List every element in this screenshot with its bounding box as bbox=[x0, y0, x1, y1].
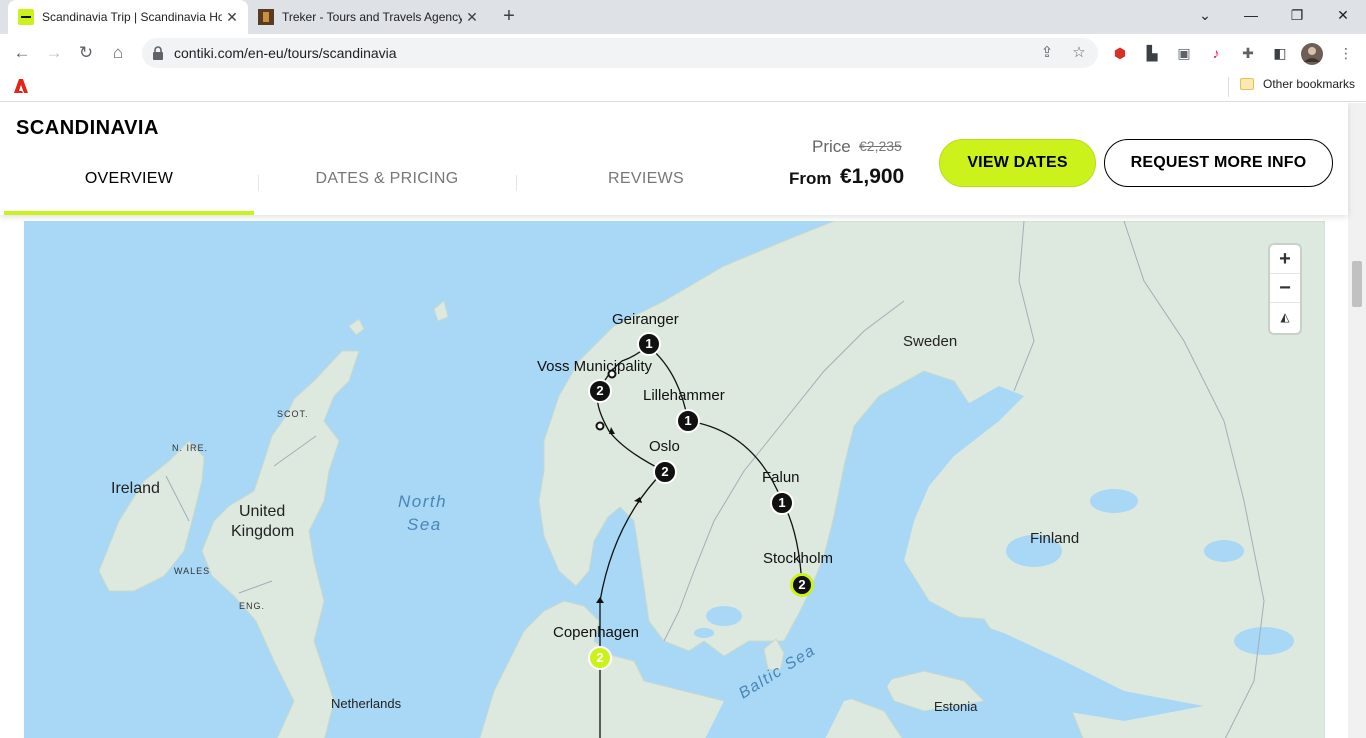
sea-label-north-line1: North bbox=[398, 492, 448, 511]
active-tab-underline bbox=[4, 211, 254, 215]
minimize-button[interactable]: — bbox=[1228, 0, 1274, 30]
bookmarks-divider bbox=[1228, 77, 1229, 97]
stop-name-copenhagen: Copenhagen bbox=[553, 624, 639, 641]
music-extension-icon[interactable]: ♪ bbox=[1206, 43, 1226, 63]
stop-marker-voss[interactable]: 2 bbox=[588, 379, 612, 403]
route-map[interactable]: Sweden Finland Ireland United Kingdom Ne… bbox=[24, 221, 1325, 738]
stop-marker-lillehammer[interactable]: 1 bbox=[676, 409, 700, 433]
tab-treker[interactable]: Treker - Tours and Travels Agency ✕ bbox=[248, 0, 488, 34]
browser-tab-strip: Scandinavia Trip | Scandinavia Holidays … bbox=[0, 0, 1366, 34]
close-tab-icon[interactable]: ✕ bbox=[222, 9, 242, 26]
puzzle-extensions-icon[interactable]: ✚ bbox=[1238, 43, 1258, 63]
stop-marker-stockholm-end[interactable]: 2 bbox=[790, 573, 814, 597]
profile-avatar[interactable] bbox=[1301, 43, 1323, 65]
route-waypoint bbox=[595, 421, 605, 431]
tab-overview-label: OVERVIEW bbox=[84, 170, 174, 187]
stop-name-oslo: Oslo bbox=[649, 438, 680, 455]
other-bookmarks-link[interactable]: Other bookmarks bbox=[1263, 77, 1355, 91]
stop-name-stockholm: Stockholm bbox=[763, 550, 834, 567]
page-scrollbar[interactable] bbox=[1348, 103, 1366, 738]
menu-kebab-icon[interactable]: ⋮ bbox=[1336, 43, 1356, 63]
extension-icon[interactable]: ▙ bbox=[1142, 43, 1162, 63]
tab-title: Treker - Tours and Travels Agency bbox=[282, 10, 462, 24]
stop-name-geiranger: Geiranger bbox=[612, 311, 679, 328]
stop-marker-falun[interactable]: 1 bbox=[770, 491, 794, 515]
original-price: €2,235 bbox=[859, 138, 902, 154]
zoom-out-button[interactable]: − bbox=[1270, 274, 1300, 303]
share-icon[interactable]: ⇪ bbox=[1037, 43, 1057, 63]
side-panel-icon[interactable]: ◧ bbox=[1270, 43, 1290, 63]
folder-icon bbox=[1240, 78, 1254, 90]
tab-scandinavia-trip[interactable]: Scandinavia Trip | Scandinavia Holidays … bbox=[8, 0, 248, 34]
region-label-scotland: SCOT. bbox=[277, 409, 309, 419]
country-label-uk-line1: United bbox=[239, 503, 286, 520]
reload-icon[interactable]: ↻ bbox=[74, 41, 98, 65]
bookmark-star-icon[interactable]: ☆ bbox=[1069, 43, 1089, 63]
country-label-netherlands: Netherlands bbox=[331, 696, 402, 711]
view-dates-button[interactable]: VIEW DATES bbox=[939, 139, 1096, 187]
from-label: From bbox=[789, 169, 832, 188]
request-more-info-button[interactable]: REQUEST MORE INFO bbox=[1104, 139, 1333, 187]
map-zoom-controls: + − ◭ bbox=[1270, 245, 1300, 333]
country-label-estonia: Estonia bbox=[934, 699, 978, 714]
stop-name-falun: Falun bbox=[762, 469, 800, 486]
scrollbar-thumb[interactable] bbox=[1352, 261, 1362, 307]
back-arrow-icon[interactable]: ← bbox=[10, 41, 34, 65]
stop-name-lillehammer: Lillehammer bbox=[643, 387, 725, 404]
browser-toolbar: ← → ↻ ⌂ contiki.com/en-eu/tours/scandina… bbox=[0, 34, 1366, 72]
adobe-bookmark-icon[interactable] bbox=[12, 77, 30, 95]
country-label-uk-line2: Kingdom bbox=[231, 523, 295, 540]
home-icon[interactable]: ⌂ bbox=[106, 41, 130, 65]
tab-overview[interactable]: OVERVIEW bbox=[0, 163, 258, 215]
tab-reviews-label: REVIEWS bbox=[608, 170, 684, 187]
bookmarks-bar: Other bookmarks bbox=[0, 72, 1366, 102]
region-label-northern-ireland: N. IRE. bbox=[172, 443, 209, 453]
region-label-england: ENG. bbox=[239, 601, 266, 611]
web-page: SCANDINAVIA OVERVIEW DATES & PRICING REV… bbox=[0, 103, 1366, 738]
stop-marker-copenhagen-start[interactable]: 2 bbox=[588, 646, 612, 670]
tab-dates-pricing[interactable]: DATES & PRICING bbox=[258, 163, 516, 215]
country-label-ireland: Ireland bbox=[111, 480, 160, 497]
extension-square-icon[interactable]: ▣ bbox=[1174, 43, 1194, 63]
stop-name-voss: Voss Municipality bbox=[537, 358, 653, 375]
zoom-in-button[interactable]: + bbox=[1270, 245, 1300, 274]
map-canvas bbox=[98, 221, 1325, 738]
forward-arrow-icon[interactable]: → bbox=[42, 41, 66, 65]
tab-reviews[interactable]: REVIEWS bbox=[517, 163, 775, 215]
tab-title: Scandinavia Trip | Scandinavia Holidays bbox=[42, 10, 222, 24]
price-label: Price bbox=[812, 137, 851, 156]
country-label-sweden: Sweden bbox=[903, 333, 958, 350]
lock-icon bbox=[153, 46, 163, 60]
trip-title: SCANDINAVIA bbox=[16, 117, 159, 139]
address-bar[interactable]: contiki.com/en-eu/tours/scandinavia ⇪ ☆ bbox=[142, 38, 1098, 68]
close-tab-icon[interactable]: ✕ bbox=[462, 9, 482, 26]
compass-reset-north-icon[interactable]: ◭ bbox=[1270, 303, 1300, 332]
adblock-extension-icon[interactable]: ⬢ bbox=[1110, 43, 1130, 63]
restore-button[interactable]: ❐ bbox=[1274, 0, 1320, 30]
trip-sticky-header: SCANDINAVIA OVERVIEW DATES & PRICING REV… bbox=[0, 103, 1348, 215]
treker-favicon-icon bbox=[258, 9, 274, 25]
sea-label-north-line2: Sea bbox=[407, 515, 442, 534]
current-price: €1,900 bbox=[840, 165, 905, 188]
contiki-favicon-icon bbox=[18, 9, 34, 25]
close-window-button[interactable]: ✕ bbox=[1320, 0, 1366, 30]
tab-search-chevron-icon[interactable]: ⌄ bbox=[1182, 0, 1228, 30]
stop-marker-oslo[interactable]: 2 bbox=[653, 460, 677, 484]
stop-marker-geiranger[interactable]: 1 bbox=[637, 332, 661, 356]
tab-dates-pricing-label: DATES & PRICING bbox=[315, 170, 459, 187]
url-text: contiki.com/en-eu/tours/scandinavia bbox=[174, 45, 397, 61]
map-land bbox=[98, 221, 1325, 738]
new-tab-button[interactable]: + bbox=[497, 5, 521, 29]
region-label-wales: WALES bbox=[174, 566, 211, 576]
country-label-finland: Finland bbox=[1030, 530, 1080, 547]
